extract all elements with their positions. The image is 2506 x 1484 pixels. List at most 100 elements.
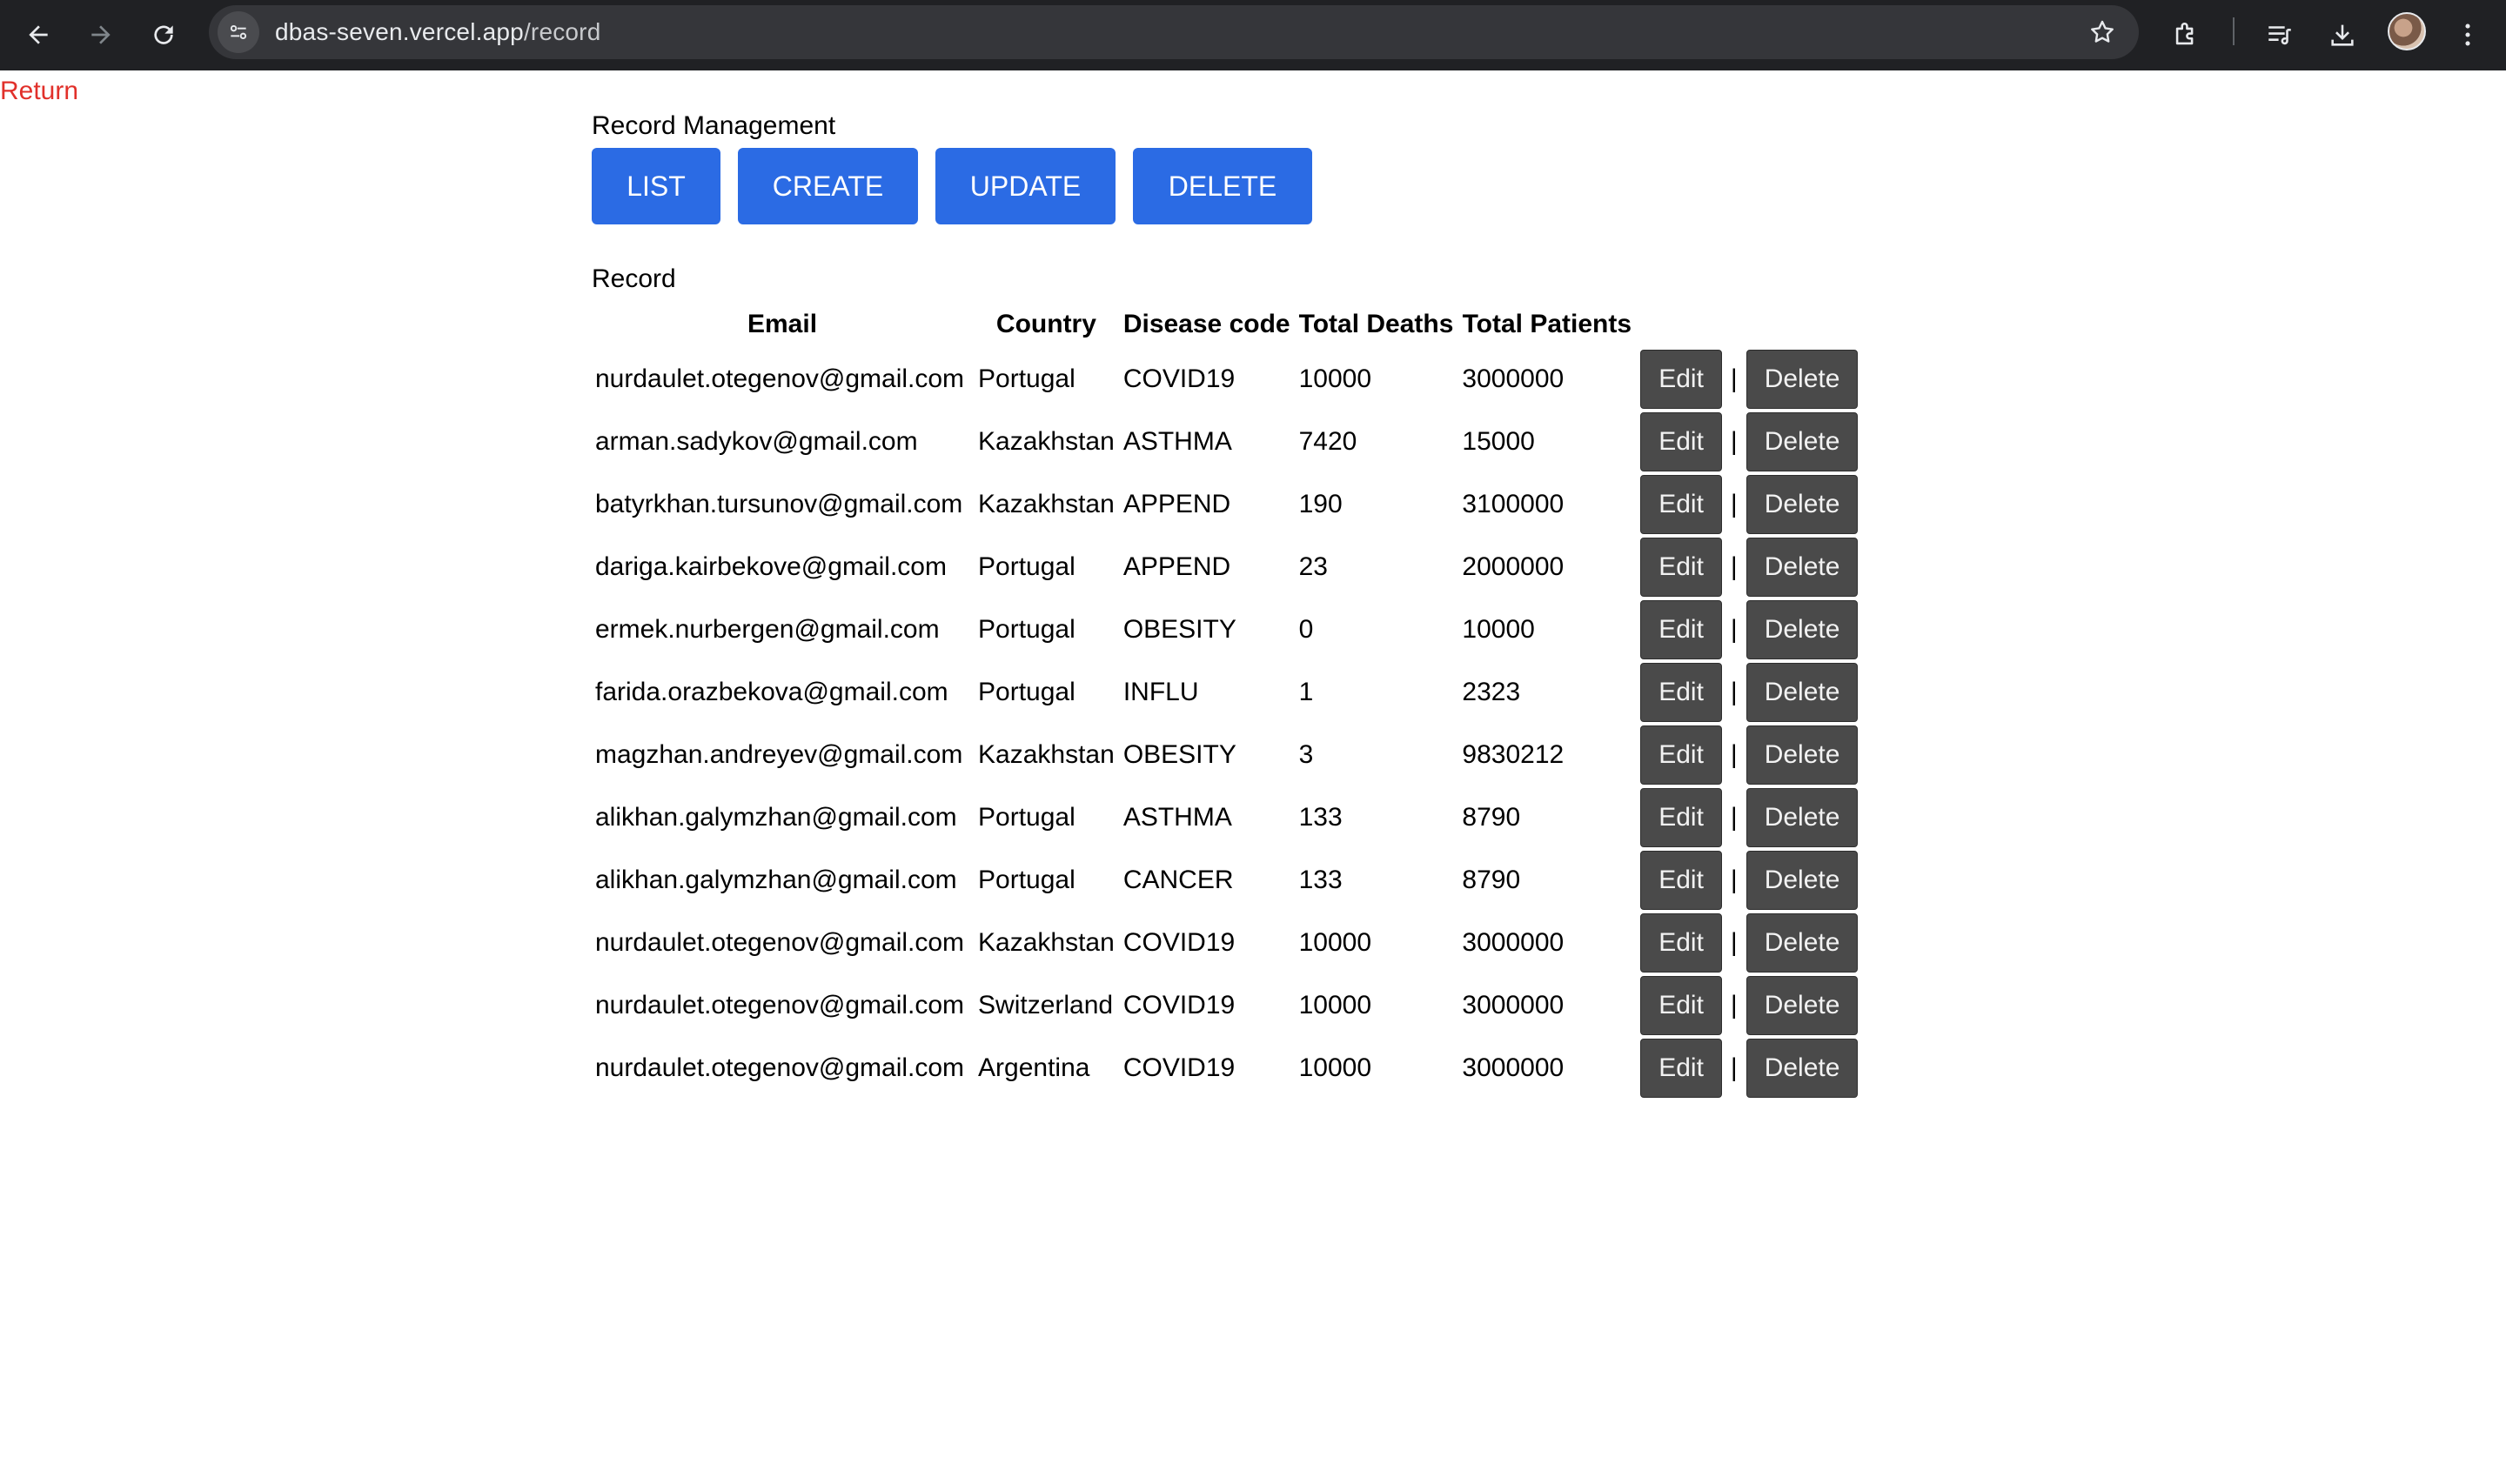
cell-total-deaths: 7420 — [1298, 427, 1357, 456]
section-title: Record — [592, 264, 676, 293]
edit-button[interactable]: Edit — [1640, 788, 1722, 847]
create-button[interactable]: CREATE — [738, 148, 918, 224]
cell-total-deaths: 1 — [1298, 678, 1314, 706]
cell-disease-code: APPEND — [1122, 552, 1231, 581]
row-delete-button[interactable]: Delete — [1745, 1039, 1859, 1098]
cell-total-deaths: 23 — [1298, 552, 1328, 581]
column-header-total-patients: Total Patients — [1462, 310, 1632, 338]
column-header-actions — [1638, 301, 1859, 348]
row-delete-button[interactable]: Delete — [1745, 788, 1859, 847]
cell-total-patients: 15000 — [1462, 427, 1535, 456]
cell-total-deaths: 10000 — [1298, 928, 1372, 957]
cell-country: Argentina — [978, 1053, 1090, 1082]
edit-button[interactable]: Edit — [1640, 725, 1722, 785]
row-delete-button[interactable]: Delete — [1745, 663, 1859, 722]
avatar[interactable] — [2388, 12, 2426, 50]
url-path: /record — [523, 18, 601, 45]
cell-total-deaths: 10000 — [1298, 364, 1372, 393]
cell-total-patients: 8790 — [1462, 803, 1521, 832]
update-button[interactable]: UPDATE — [935, 148, 1116, 224]
action-separator: | — [1730, 678, 1738, 706]
cell-email: nurdaulet.otegenov@gmail.com — [595, 928, 965, 957]
cell-total-patients: 2000000 — [1462, 552, 1565, 581]
edit-button[interactable]: Edit — [1640, 851, 1722, 910]
address-bar[interactable]: dbas-seven.vercel.app/record — [209, 5, 2139, 59]
cell-total-deaths: 133 — [1298, 866, 1343, 894]
list-button[interactable]: LIST — [592, 148, 720, 224]
column-header-country: Country — [995, 310, 1096, 338]
action-separator: | — [1730, 991, 1738, 1019]
cell-email: batyrkhan.tursunov@gmail.com — [595, 490, 963, 518]
row-delete-button[interactable]: Delete — [1745, 350, 1859, 409]
row-actions: Edit | Delete — [1638, 598, 1859, 661]
row-delete-button[interactable]: Delete — [1745, 913, 1859, 973]
site-info-icon[interactable] — [218, 11, 259, 53]
row-actions: Edit | Delete — [1638, 724, 1859, 786]
column-header-email: Email — [747, 310, 818, 338]
cell-disease-code: COVID19 — [1122, 991, 1236, 1019]
cell-disease-code: ASTHMA — [1122, 427, 1232, 456]
cell-disease-code: APPEND — [1122, 490, 1231, 518]
cell-country: Kazakhstan — [978, 427, 1115, 456]
cell-email: alikhan.galymzhan@gmail.com — [595, 803, 957, 832]
edit-button[interactable]: Edit — [1640, 475, 1722, 534]
row-delete-button[interactable]: Delete — [1745, 600, 1859, 659]
row-delete-button[interactable]: Delete — [1745, 725, 1859, 785]
cell-total-patients: 10000 — [1462, 615, 1535, 644]
row-actions: Edit | Delete — [1638, 536, 1859, 598]
cell-disease-code: INFLU — [1122, 678, 1199, 706]
table-row: nurdaulet.otegenov@gmail.com Switzerland C… — [593, 974, 1859, 1037]
cell-total-deaths: 10000 — [1298, 1053, 1372, 1082]
kebab-menu-icon[interactable] — [2447, 14, 2489, 56]
row-delete-button[interactable]: Delete — [1745, 412, 1859, 471]
reading-list-icon[interactable] — [2259, 14, 2301, 56]
row-actions: Edit | Delete — [1638, 1037, 1859, 1100]
row-delete-button[interactable]: Delete — [1745, 538, 1859, 597]
column-header-total-deaths: Total Deaths — [1298, 310, 1454, 338]
row-actions: Edit | Delete — [1638, 974, 1859, 1037]
return-link[interactable]: Return — [0, 77, 78, 106]
action-separator: | — [1730, 803, 1738, 832]
edit-button[interactable]: Edit — [1640, 412, 1722, 471]
row-actions: Edit | Delete — [1638, 786, 1859, 849]
table-body: nurdaulet.otegenov@gmail.com Portugal COVI… — [593, 348, 1859, 1100]
row-actions: Edit | Delete — [1638, 473, 1859, 536]
page-title: Record Management — [592, 111, 836, 140]
reload-icon[interactable] — [143, 14, 184, 56]
edit-button[interactable]: Edit — [1640, 976, 1722, 1035]
cell-total-patients: 8790 — [1462, 866, 1521, 894]
row-delete-button[interactable]: Delete — [1745, 976, 1859, 1035]
bookmark-star-icon[interactable] — [2081, 11, 2123, 53]
cell-disease-code: OBESITY — [1122, 740, 1236, 769]
back-arrow-icon[interactable] — [17, 14, 59, 56]
row-delete-button[interactable]: Delete — [1745, 851, 1859, 910]
edit-button[interactable]: Edit — [1640, 663, 1722, 722]
row-delete-button[interactable]: Delete — [1745, 475, 1859, 534]
table-row: batyrkhan.tursunov@gmail.com Kazakhstan AP… — [593, 473, 1859, 536]
cell-total-deaths: 3 — [1298, 740, 1314, 769]
table-header-row: Email Country Disease code Total Deaths … — [593, 301, 1859, 348]
table-row: farida.orazbekova@gmail.com Portugal INFLU… — [593, 661, 1859, 724]
edit-button[interactable]: Edit — [1640, 600, 1722, 659]
edit-button[interactable]: Edit — [1640, 538, 1722, 597]
cell-country: Portugal — [978, 552, 1075, 581]
cell-total-deaths: 190 — [1298, 490, 1343, 518]
download-icon[interactable] — [2322, 14, 2363, 56]
table-row: nurdaulet.otegenov@gmail.com Kazakhstan CO… — [593, 912, 1859, 974]
cell-country: Kazakhstan — [978, 928, 1115, 957]
delete-button[interactable]: DELETE — [1133, 148, 1312, 224]
forward-arrow-icon[interactable] — [80, 14, 122, 56]
extensions-icon[interactable] — [2165, 14, 2207, 56]
cell-total-deaths: 133 — [1298, 803, 1343, 832]
column-header-disease-code: Disease code — [1122, 310, 1290, 338]
url-host: dbas-seven.vercel.app — [275, 18, 524, 45]
cell-email: ermek.nurbergen@gmail.com — [595, 615, 940, 644]
table-row: nurdaulet.otegenov@gmail.com Portugal COVI… — [593, 348, 1859, 411]
edit-button[interactable]: Edit — [1640, 1039, 1722, 1098]
action-separator: | — [1730, 490, 1738, 518]
cell-total-patients: 2323 — [1462, 678, 1521, 706]
cell-email: nurdaulet.otegenov@gmail.com — [595, 991, 965, 1019]
edit-button[interactable]: Edit — [1640, 913, 1722, 973]
table-row: alikhan.galymzhan@gmail.com Portugal ASTHM… — [593, 786, 1859, 849]
edit-button[interactable]: Edit — [1640, 350, 1722, 409]
